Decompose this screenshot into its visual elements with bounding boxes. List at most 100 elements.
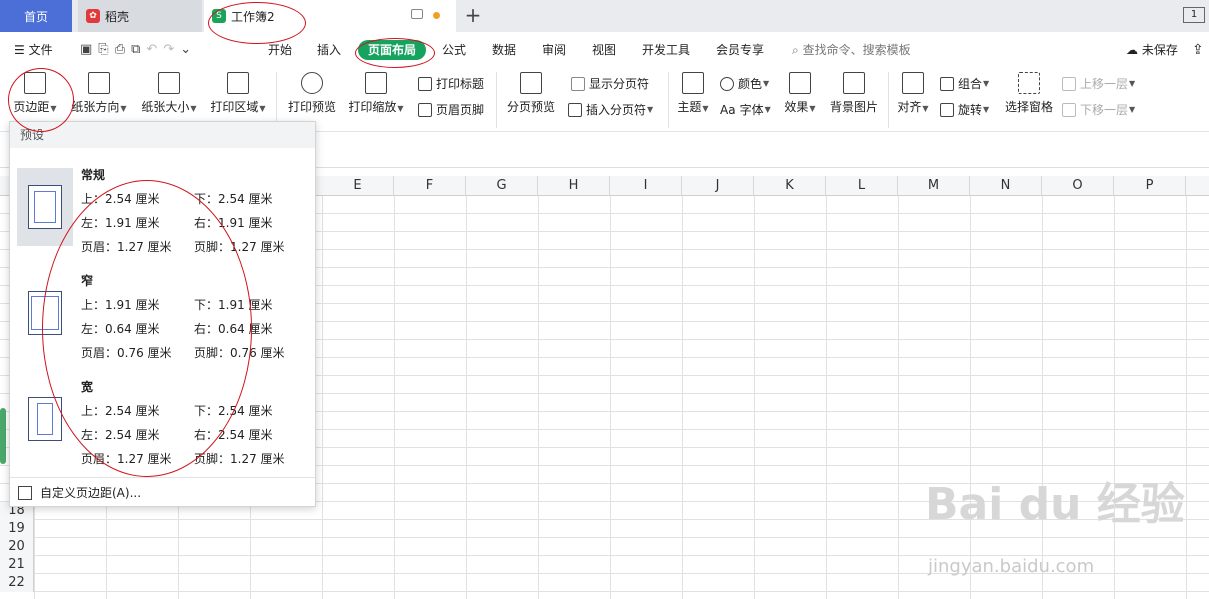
header-footer-icon bbox=[418, 102, 432, 117]
effects-button[interactable]: 效果▼ bbox=[782, 72, 818, 115]
align-button[interactable]: 对齐▼ bbox=[896, 72, 930, 115]
undo-icon[interactable]: ↶ bbox=[146, 42, 163, 57]
ribbon-separator bbox=[496, 72, 497, 128]
print-area-icon bbox=[227, 72, 249, 94]
print-preview-button[interactable]: 打印预览 bbox=[284, 72, 340, 115]
page-break-preview-icon bbox=[520, 72, 542, 94]
column-l[interactable]: L bbox=[826, 176, 898, 196]
chevron-down-icon[interactable]: ⌄ bbox=[180, 42, 197, 57]
window-switch-button[interactable]: 1 bbox=[1183, 7, 1205, 23]
bring-forward-label: 上移一层 bbox=[1080, 77, 1129, 91]
column-g[interactable]: G bbox=[466, 176, 538, 196]
orientation-button[interactable]: 纸张方向▼ bbox=[68, 72, 130, 115]
background-image-button[interactable]: 背景图片 bbox=[826, 72, 882, 115]
show-page-break-checkbox[interactable]: 显示分页符 bbox=[571, 75, 649, 92]
column-k[interactable]: K bbox=[754, 176, 826, 196]
column-n[interactable]: N bbox=[970, 176, 1042, 196]
print-preview-label: 打印预览 bbox=[287, 100, 336, 114]
show-page-break-label: 显示分页符 bbox=[589, 77, 650, 91]
tab-view[interactable]: 视图 bbox=[592, 40, 616, 60]
tab-daoke-label: 稻壳 bbox=[105, 9, 130, 24]
daoke-icon: ✿ bbox=[86, 9, 100, 23]
tab-member[interactable]: 会员专享 bbox=[716, 40, 764, 60]
group-icon bbox=[940, 76, 954, 91]
preview-icon[interactable]: ⧉ bbox=[131, 42, 146, 57]
print-icon[interactable]: ⎙ bbox=[115, 42, 131, 57]
save-icon[interactable]: ▣ bbox=[80, 42, 98, 57]
selection-pane-button[interactable]: 选择窗格 bbox=[1004, 72, 1054, 115]
row-header-22[interactable]: 22 bbox=[0, 574, 34, 592]
bring-forward-icon bbox=[1062, 76, 1076, 91]
column-o[interactable]: O bbox=[1042, 176, 1114, 196]
tab-review[interactable]: 审阅 bbox=[542, 40, 566, 60]
column-e[interactable]: E bbox=[322, 176, 394, 196]
effects-label: 效果 bbox=[784, 100, 809, 114]
command-search[interactable]: ⌕ 查找命令、搜索模板 bbox=[792, 40, 911, 60]
column-p[interactable]: P bbox=[1114, 176, 1186, 196]
cloud-status[interactable]: ☁ 未保存 bbox=[1126, 40, 1178, 60]
tab-data[interactable]: 数据 bbox=[492, 40, 516, 60]
page-break-preview-label: 分页预览 bbox=[506, 100, 555, 114]
selection-pane-label: 选择窗格 bbox=[1004, 100, 1053, 114]
print-scale-button[interactable]: 打印缩放▼ bbox=[345, 72, 407, 115]
print-title-label: 打印标题 bbox=[436, 77, 485, 91]
column-f[interactable]: F bbox=[394, 176, 466, 196]
print-scale-label: 打印缩放 bbox=[348, 100, 397, 114]
effects-icon bbox=[789, 72, 811, 94]
colors-label: 颜色 bbox=[738, 77, 763, 91]
fonts-button[interactable]: Aa 字体 ▼ bbox=[720, 101, 771, 118]
row-header-20[interactable]: 20 bbox=[0, 538, 34, 556]
selection-pane-icon bbox=[1018, 72, 1040, 94]
tab-daoke[interactable]: ✿ 稻壳 bbox=[78, 0, 202, 32]
preset-footer-margin: 页脚：1.27 厘米 bbox=[194, 452, 285, 466]
custom-margins-item[interactable]: 自定义页边距(A)... bbox=[18, 484, 141, 501]
column-m[interactable]: M bbox=[898, 176, 970, 196]
print-area-button[interactable]: 打印区域▼ bbox=[207, 72, 269, 115]
paper-size-button[interactable]: 纸张大小▼ bbox=[138, 72, 200, 115]
send-backward-icon bbox=[1062, 102, 1076, 117]
paper-size-label: 纸张大小 bbox=[141, 100, 190, 114]
insert-page-break-button[interactable]: 插入分页符 ▼ bbox=[568, 101, 653, 118]
tab-bar: 首页 ✿ 稻壳 S 工作簿2 + 1 bbox=[0, 0, 1209, 32]
theme-button[interactable]: 主题▼ bbox=[676, 72, 710, 115]
paper-size-icon bbox=[158, 72, 180, 94]
print-scale-icon bbox=[365, 72, 387, 94]
print-title-button[interactable]: 打印标题 bbox=[418, 75, 484, 92]
row-header-19[interactable]: 19 bbox=[0, 520, 34, 538]
group-button[interactable]: 组合 ▼ bbox=[940, 75, 989, 92]
redo-icon[interactable]: ↷ bbox=[163, 42, 180, 57]
column-h[interactable]: H bbox=[538, 176, 610, 196]
tab-home-label: 首页 bbox=[23, 9, 48, 24]
orientation-icon bbox=[88, 72, 110, 94]
share-icon[interactable]: ⇪ bbox=[1192, 40, 1204, 60]
colors-button[interactable]: 颜色 ▼ bbox=[720, 75, 769, 92]
tab-developer[interactable]: 开发工具 bbox=[642, 40, 690, 60]
scrollbar-handle[interactable] bbox=[0, 408, 6, 464]
page-break-preview-button[interactable]: 分页预览 bbox=[504, 72, 558, 115]
theme-icon bbox=[682, 72, 704, 94]
row-header-21[interactable]: 21 bbox=[0, 556, 34, 574]
background-image-label: 背景图片 bbox=[829, 100, 878, 114]
tab-insert[interactable]: 插入 bbox=[317, 40, 341, 60]
hamburger-icon: ☰ bbox=[14, 43, 25, 57]
send-backward-label: 下移一层 bbox=[1080, 103, 1129, 117]
export-icon[interactable]: ⎘ bbox=[98, 42, 114, 57]
header-footer-button[interactable]: 页眉页脚 bbox=[418, 101, 484, 118]
new-tab-button[interactable]: + bbox=[462, 4, 484, 26]
column-j[interactable]: J bbox=[682, 176, 754, 196]
tab-home[interactable]: 首页 bbox=[0, 0, 72, 32]
preset-name: 常规 bbox=[81, 168, 106, 182]
rotate-button[interactable]: 旋转 ▼ bbox=[940, 101, 989, 118]
insert-page-break-icon bbox=[568, 102, 582, 117]
tab-formula[interactable]: 公式 bbox=[442, 40, 466, 60]
send-backward-button[interactable]: 下移一层 ▼ bbox=[1062, 101, 1135, 118]
column-i[interactable]: I bbox=[610, 176, 682, 196]
bring-forward-button[interactable]: 上移一层 ▼ bbox=[1062, 75, 1135, 92]
monitor-icon[interactable] bbox=[411, 9, 423, 19]
header-footer-label: 页眉页脚 bbox=[436, 103, 485, 117]
annotation-ring bbox=[42, 180, 252, 477]
print-title-icon bbox=[418, 76, 432, 91]
cloud-icon: ☁ bbox=[1126, 43, 1138, 57]
quick-access-toolbar[interactable]: ▣⎘⎙⧉↶↷⌄ bbox=[80, 40, 197, 60]
file-menu[interactable]: ☰ 文件 bbox=[14, 40, 53, 60]
